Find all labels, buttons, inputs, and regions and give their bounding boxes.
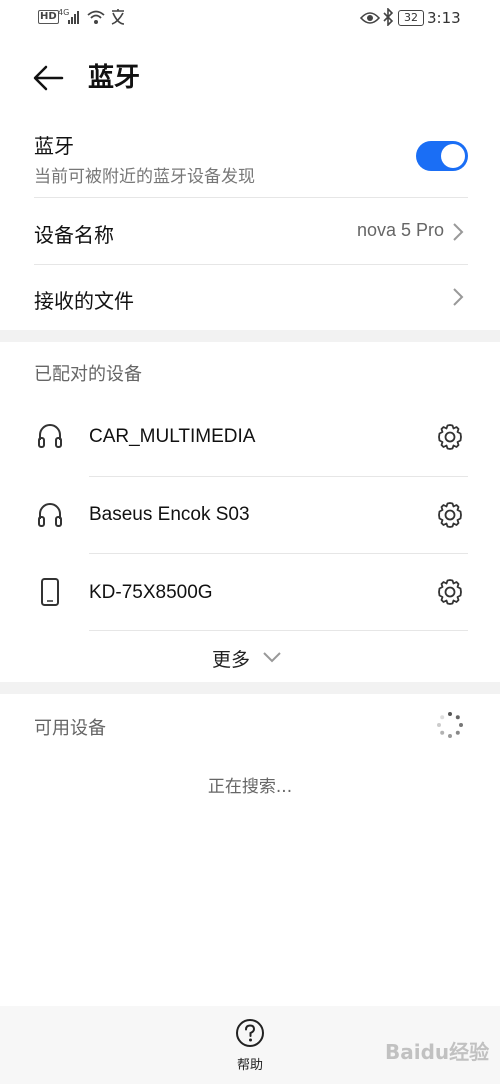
4g-signal-icon: 4G — [58, 8, 84, 26]
bluetooth-status-icon — [382, 7, 394, 30]
device-settings-button[interactable] — [435, 422, 465, 452]
chevron-right-icon — [453, 223, 464, 241]
watermark-logo: Baidu经验 — [385, 1040, 490, 1064]
status-bar: HD 4G 32 3:13 — [0, 0, 500, 38]
wifi-icon — [86, 9, 106, 29]
hd-icon: HD — [38, 10, 59, 24]
received-files-row[interactable]: 接收的文件 — [0, 265, 500, 329]
status-time: 3:13 — [427, 9, 461, 27]
device-name-value: nova 5 Pro — [356, 220, 444, 240]
received-files-label: 接收的文件 — [34, 289, 134, 313]
paired-device-row[interactable]: CAR_MULTIMEDIA — [0, 398, 500, 476]
divider — [89, 630, 468, 631]
page-title: 蓝牙 — [88, 63, 141, 93]
more-button[interactable]: 更多 — [200, 640, 300, 676]
device-settings-button[interactable] — [435, 577, 465, 607]
bluetooth-label: 蓝牙 — [34, 134, 74, 158]
paired-device-name: CAR_MULTIMEDIA — [89, 426, 256, 447]
chevron-right-icon — [453, 288, 464, 306]
paired-device-row[interactable]: KD-75X8500G — [0, 554, 500, 630]
eye-icon — [359, 10, 381, 29]
available-section-label: 可用设备 — [34, 718, 106, 739]
device-settings-button[interactable] — [435, 500, 465, 530]
gear-icon — [438, 424, 462, 450]
battery-icon: 32 — [398, 10, 424, 26]
phone-icon — [41, 578, 59, 606]
battery-level: 32 — [404, 11, 418, 24]
paired-device-name: KD-75X8500G — [89, 582, 213, 603]
paired-device-name: Baseus Encok S03 — [89, 504, 250, 525]
device-name-label: 设备名称 — [34, 223, 114, 247]
headset-icon — [38, 503, 62, 527]
loading-spinner-icon — [437, 712, 463, 738]
paired-device-row[interactable]: Baseus Encok S03 — [0, 477, 500, 553]
back-button[interactable] — [28, 58, 68, 98]
searching-status: 正在搜索... — [207, 777, 293, 797]
bluetooth-toggle[interactable] — [416, 141, 468, 171]
arrow-left-icon — [33, 65, 64, 91]
device-name-row[interactable]: 设备名称 nova 5 Pro — [0, 198, 500, 264]
translate-icon — [110, 8, 126, 30]
chevron-down-icon — [263, 652, 281, 663]
help-label: 帮助 — [236, 1058, 263, 1073]
help-icon — [236, 1019, 264, 1047]
gear-icon — [438, 579, 462, 605]
section-separator — [0, 330, 500, 342]
more-label: 更多 — [212, 649, 251, 671]
section-separator — [0, 682, 500, 694]
gear-icon — [438, 502, 462, 528]
paired-section-label: 已配对的设备 — [34, 364, 142, 385]
headset-icon — [38, 424, 62, 448]
help-button[interactable]: 帮助 — [220, 1018, 280, 1074]
bluetooth-subtitle: 当前可被附近的蓝牙设备发现 — [34, 167, 255, 187]
toggle-knob — [441, 144, 465, 168]
